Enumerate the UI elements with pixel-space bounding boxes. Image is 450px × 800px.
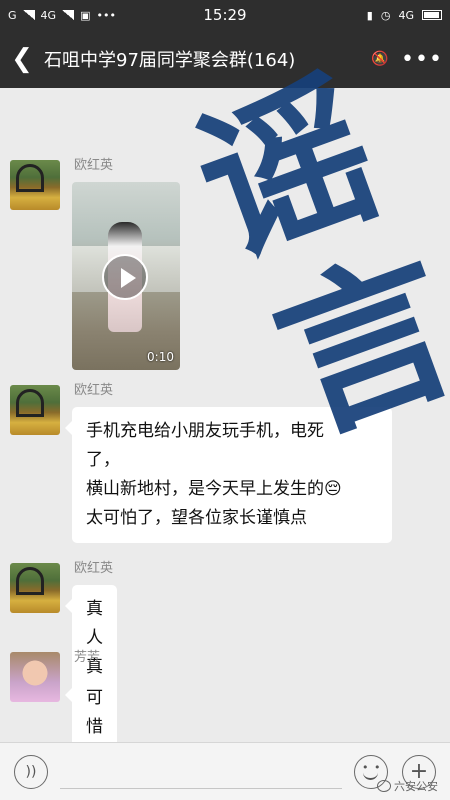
carrier-label: G xyxy=(8,8,17,22)
back-button[interactable]: ❮ xyxy=(0,30,44,88)
avatar[interactable] xyxy=(10,385,60,435)
plus-icon: + xyxy=(409,759,429,784)
network-label: 4G xyxy=(40,8,57,22)
emoji-button[interactable] xyxy=(354,754,388,789)
status-left: G 4G ▣ ••• xyxy=(8,9,116,22)
mute-icon: 🔕 xyxy=(371,51,389,67)
message-line: 手机充电给小朋友玩手机，电死 xyxy=(86,421,324,441)
play-icon[interactable] xyxy=(102,254,148,300)
more-functions-button[interactable]: + xyxy=(402,754,436,789)
signal-icon-2 xyxy=(62,10,75,20)
voice-icon: )) xyxy=(25,763,37,780)
sender-name: 芳芳 xyxy=(74,650,101,665)
message-input[interactable] xyxy=(60,754,342,789)
status-bar: G 4G ▣ ••• 15:29 ▮ ◷ 4G xyxy=(0,0,450,30)
lock-icon: ▮ xyxy=(366,8,373,22)
message-line: 太可怕了，望各位家长谨慎点 xyxy=(86,508,307,528)
avatar[interactable] xyxy=(10,160,60,210)
sender-name: 欧红英 xyxy=(74,383,114,398)
video-message[interactable]: 0:10 xyxy=(72,182,180,370)
message-line: 横山新地村，是今天早上发生的😔 xyxy=(86,479,342,499)
chat-title: 石咀中学97届同学聚会群(164) xyxy=(44,50,296,71)
alarm-icon: ◷ xyxy=(380,8,391,22)
signal-icon xyxy=(22,10,35,20)
status-right: ▮ ◷ 4G xyxy=(367,9,442,22)
network-type: 4G xyxy=(398,8,414,22)
sender-name: 欧红英 xyxy=(74,561,114,576)
stamp-char-1: 谣 xyxy=(173,48,401,293)
wechat-notification-icon: ▣ xyxy=(80,8,91,22)
message-line: 了， xyxy=(86,450,120,470)
message-bubble[interactable]: 手机充电给小朋友玩手机，电死 了， 横山新地村，是今天早上发生的😔 太可怕了，望… xyxy=(65,407,392,543)
more-notifications-icon: ••• xyxy=(96,8,116,22)
more-dots-icon: ••• xyxy=(401,46,443,72)
sender-name: 欧红英 xyxy=(74,158,114,173)
avatar[interactable] xyxy=(10,652,60,702)
chevron-left-icon: ❮ xyxy=(11,44,33,74)
more-options-button[interactable]: ••• xyxy=(394,30,450,88)
input-bar: )) + xyxy=(0,742,450,800)
battery-icon xyxy=(422,10,442,20)
video-duration: 0:10 xyxy=(147,350,174,364)
chat-header: ❮ 石咀中学97届同学聚会群(164) 🔕 ••• xyxy=(0,30,450,88)
avatar[interactable] xyxy=(10,563,60,613)
voice-input-button[interactable]: )) xyxy=(14,754,48,789)
